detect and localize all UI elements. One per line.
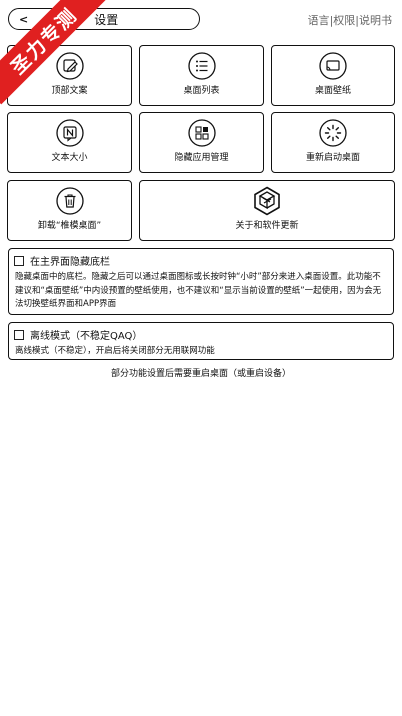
tile-label: 隐藏应用管理 [174,153,229,163]
list-icon [187,52,216,80]
tile-uninstall[interactable]: 卸载“椎模桌面” [7,180,132,241]
option-description: 离线模式（不稳定），开启后将关闭部分无用联网功能 [15,346,215,356]
tile-label: 文本大小 [51,153,88,163]
tile-hidden-apps[interactable]: 隐藏应用管理 [139,112,264,173]
option-title: 在主界面隐藏底栏 [30,257,110,268]
text-size-icon [55,119,84,147]
cast-screen-icon [319,52,347,80]
tile-label: 卸载“椎模桌面” [37,221,102,231]
hide-bottom-bar-checkbox[interactable] [14,255,24,266]
tile-label: 桌面壁纸 [314,86,351,96]
option-hide-bottom-bar: 在主界面隐藏底栏 隐藏桌面中的底栏。隐藏之后可以通过桌面图标或长按时钟“小时”部… [8,248,394,315]
offline-mode-checkbox[interactable] [14,329,24,340]
page-title: 设置 [94,12,119,27]
permissions-link[interactable]: 权限 [333,14,355,27]
tile-desktop-list[interactable]: 桌面列表 [139,45,264,106]
back-arrow-icon: < [19,12,29,26]
tile-label: 顶部文案 [51,86,88,96]
language-link[interactable]: 语言 [308,14,330,27]
tile-text-size[interactable]: 文本大小 [7,112,132,173]
tile-label: 桌面列表 [183,86,220,96]
loading-spinner-icon [319,119,347,147]
tile-wallpaper[interactable]: 桌面壁纸 [271,45,395,106]
apps-grid-icon [187,119,216,147]
top-links: 语言|权限|说明书 [308,12,392,28]
restart-footnote: 部分功能设置后需要重启桌面（或重启设备） [110,369,291,379]
tile-restart-desktop[interactable]: 重新启动桌面 [271,112,395,173]
option-description: 隐藏桌面中的底栏。隐藏之后可以通过桌面图标或长按时钟“小时”部分来进入桌面设置。… [15,272,382,309]
tile-about-update[interactable]: 关于和软件更新 [139,180,395,241]
option-offline-mode: 离线模式（不稳定QAQ） 离线模式（不稳定），开启后将关闭部分无用联网功能 [8,322,394,360]
edit-icon [55,52,84,80]
manual-link[interactable]: 说明书 [359,14,392,27]
option-title: 离线模式（不稳定QAQ） [30,331,143,342]
tile-label: 重新启动桌面 [305,153,360,163]
tile-label: 关于和软件更新 [235,221,299,231]
trash-icon [55,187,84,215]
app-logo-icon [254,186,280,216]
